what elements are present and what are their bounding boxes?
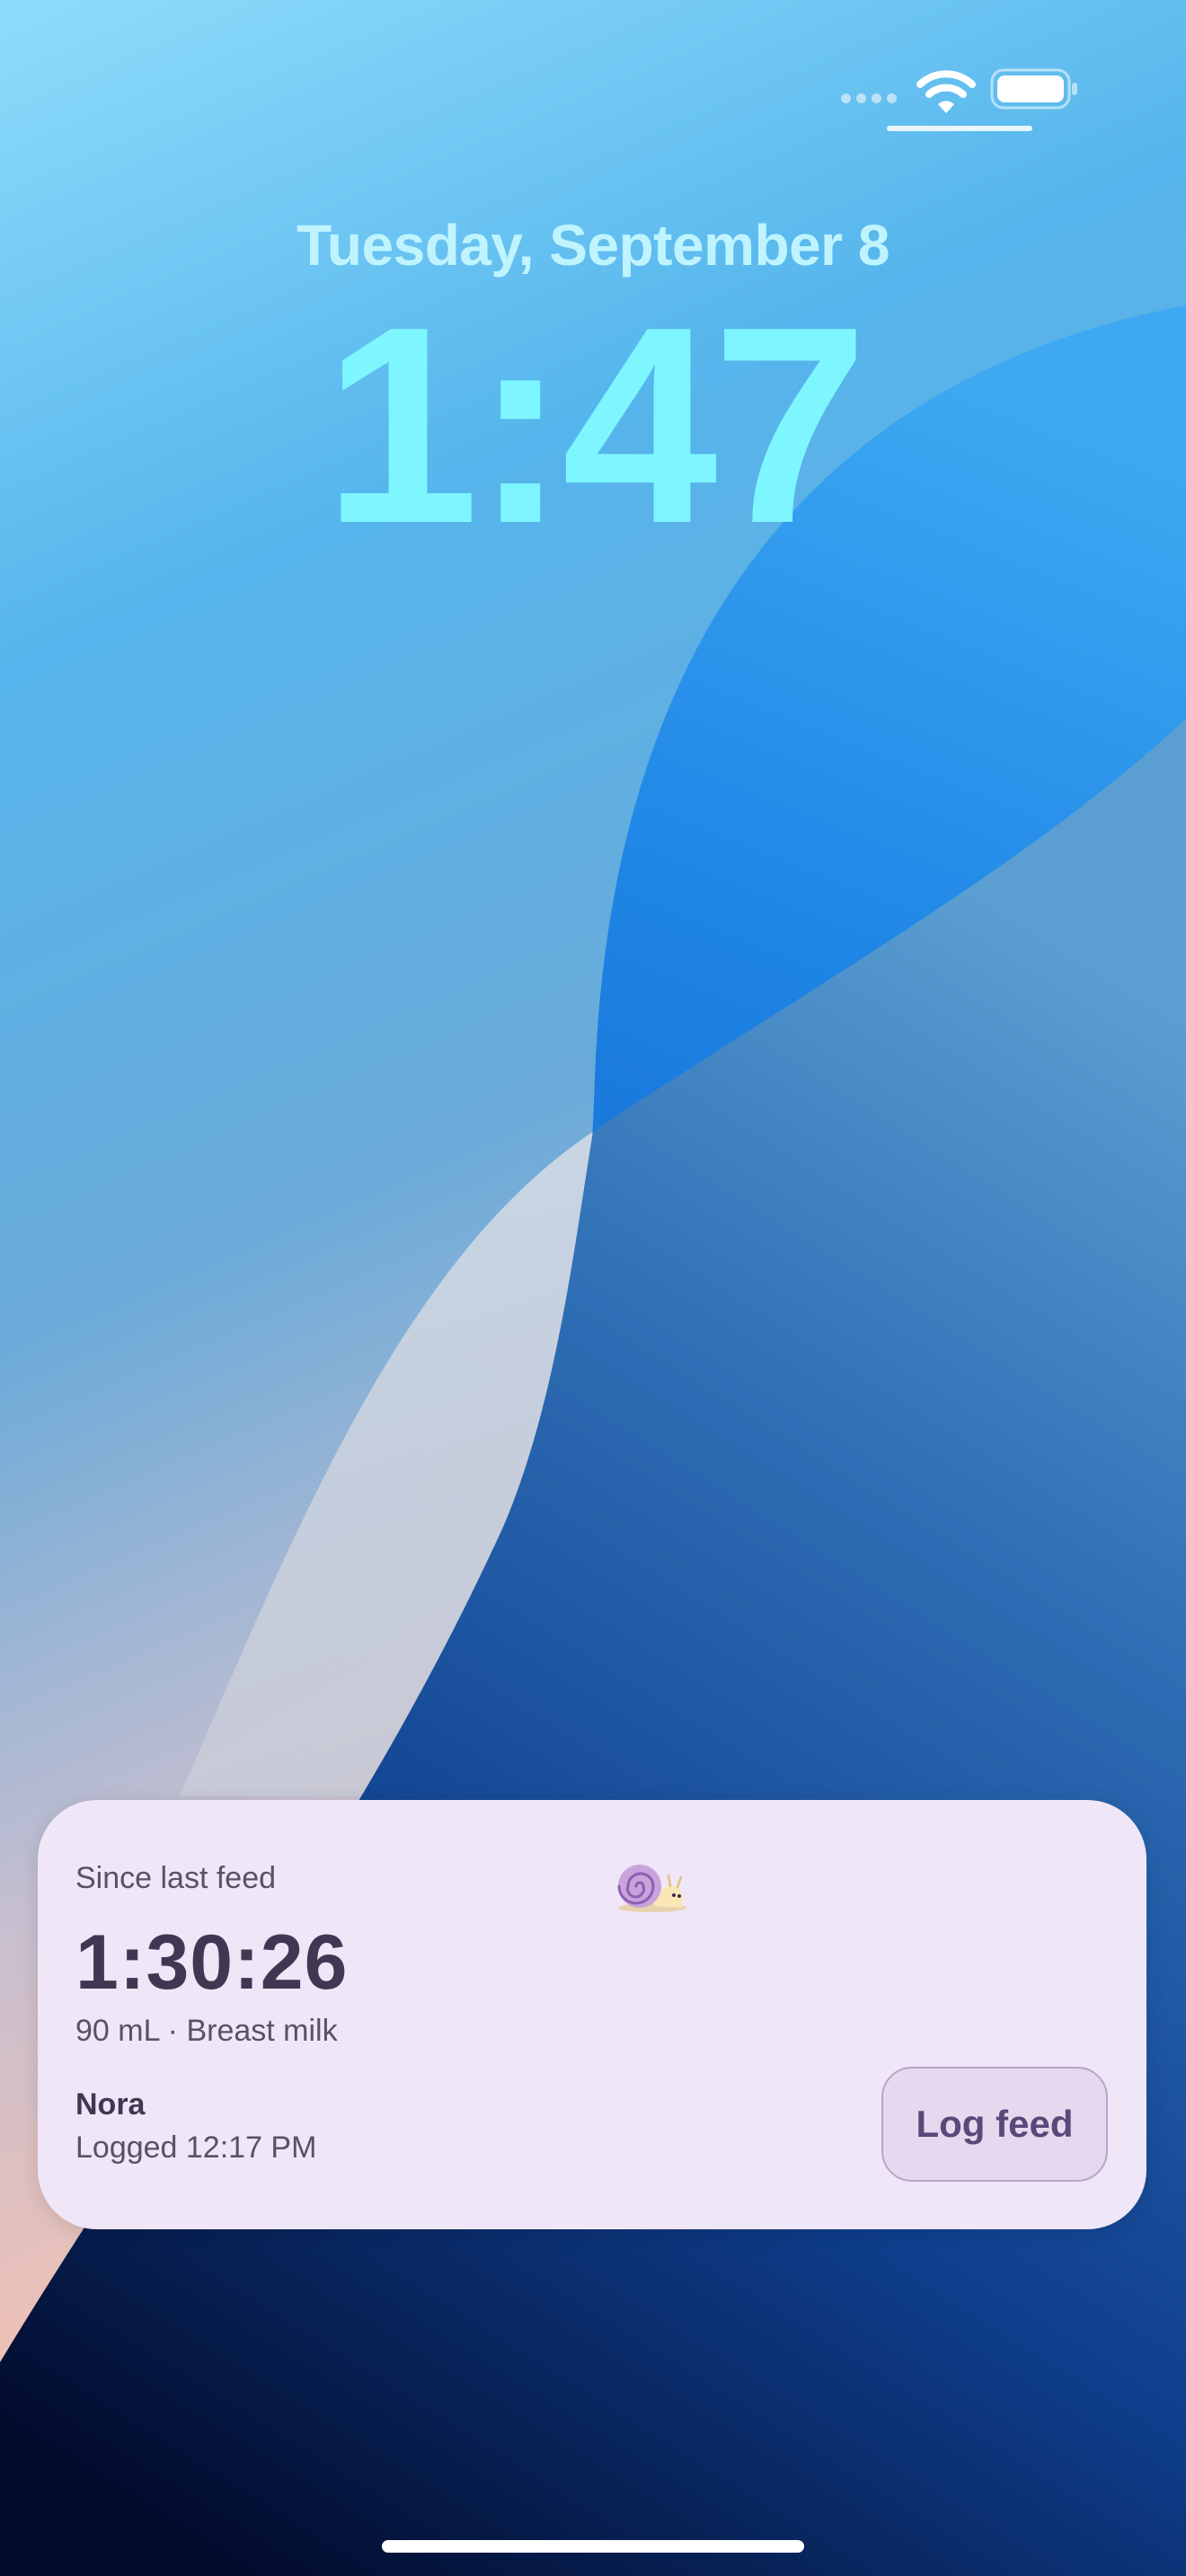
elapsed-timer: 1:30:26 xyxy=(75,1919,349,2006)
feed-widget[interactable]: Since last feed 1:30:26 90 mL · Breast m… xyxy=(38,1800,1146,2229)
feed-detail: 90 mL · Breast milk xyxy=(75,2014,338,2048)
wifi-icon xyxy=(916,70,976,113)
since-last-feed-label: Since last feed xyxy=(75,1861,277,1895)
lock-time: 1:47 xyxy=(323,269,868,582)
lock-screen: Tuesday, September 8 1:47 Since last fee… xyxy=(0,0,1186,2576)
log-feed-button[interactable]: Log feed xyxy=(881,2067,1108,2182)
snail-icon xyxy=(617,1865,686,1912)
home-indicator[interactable] xyxy=(382,2540,804,2553)
logged-time: Logged 12:17 PM xyxy=(75,2130,317,2165)
lock-date: Tuesday, September 8 xyxy=(296,213,890,278)
battery-icon xyxy=(990,68,1077,110)
status-bar xyxy=(0,63,1186,135)
baby-name: Nora xyxy=(75,2087,146,2122)
signal-dots-icon xyxy=(841,93,897,103)
status-underline xyxy=(887,126,1032,131)
